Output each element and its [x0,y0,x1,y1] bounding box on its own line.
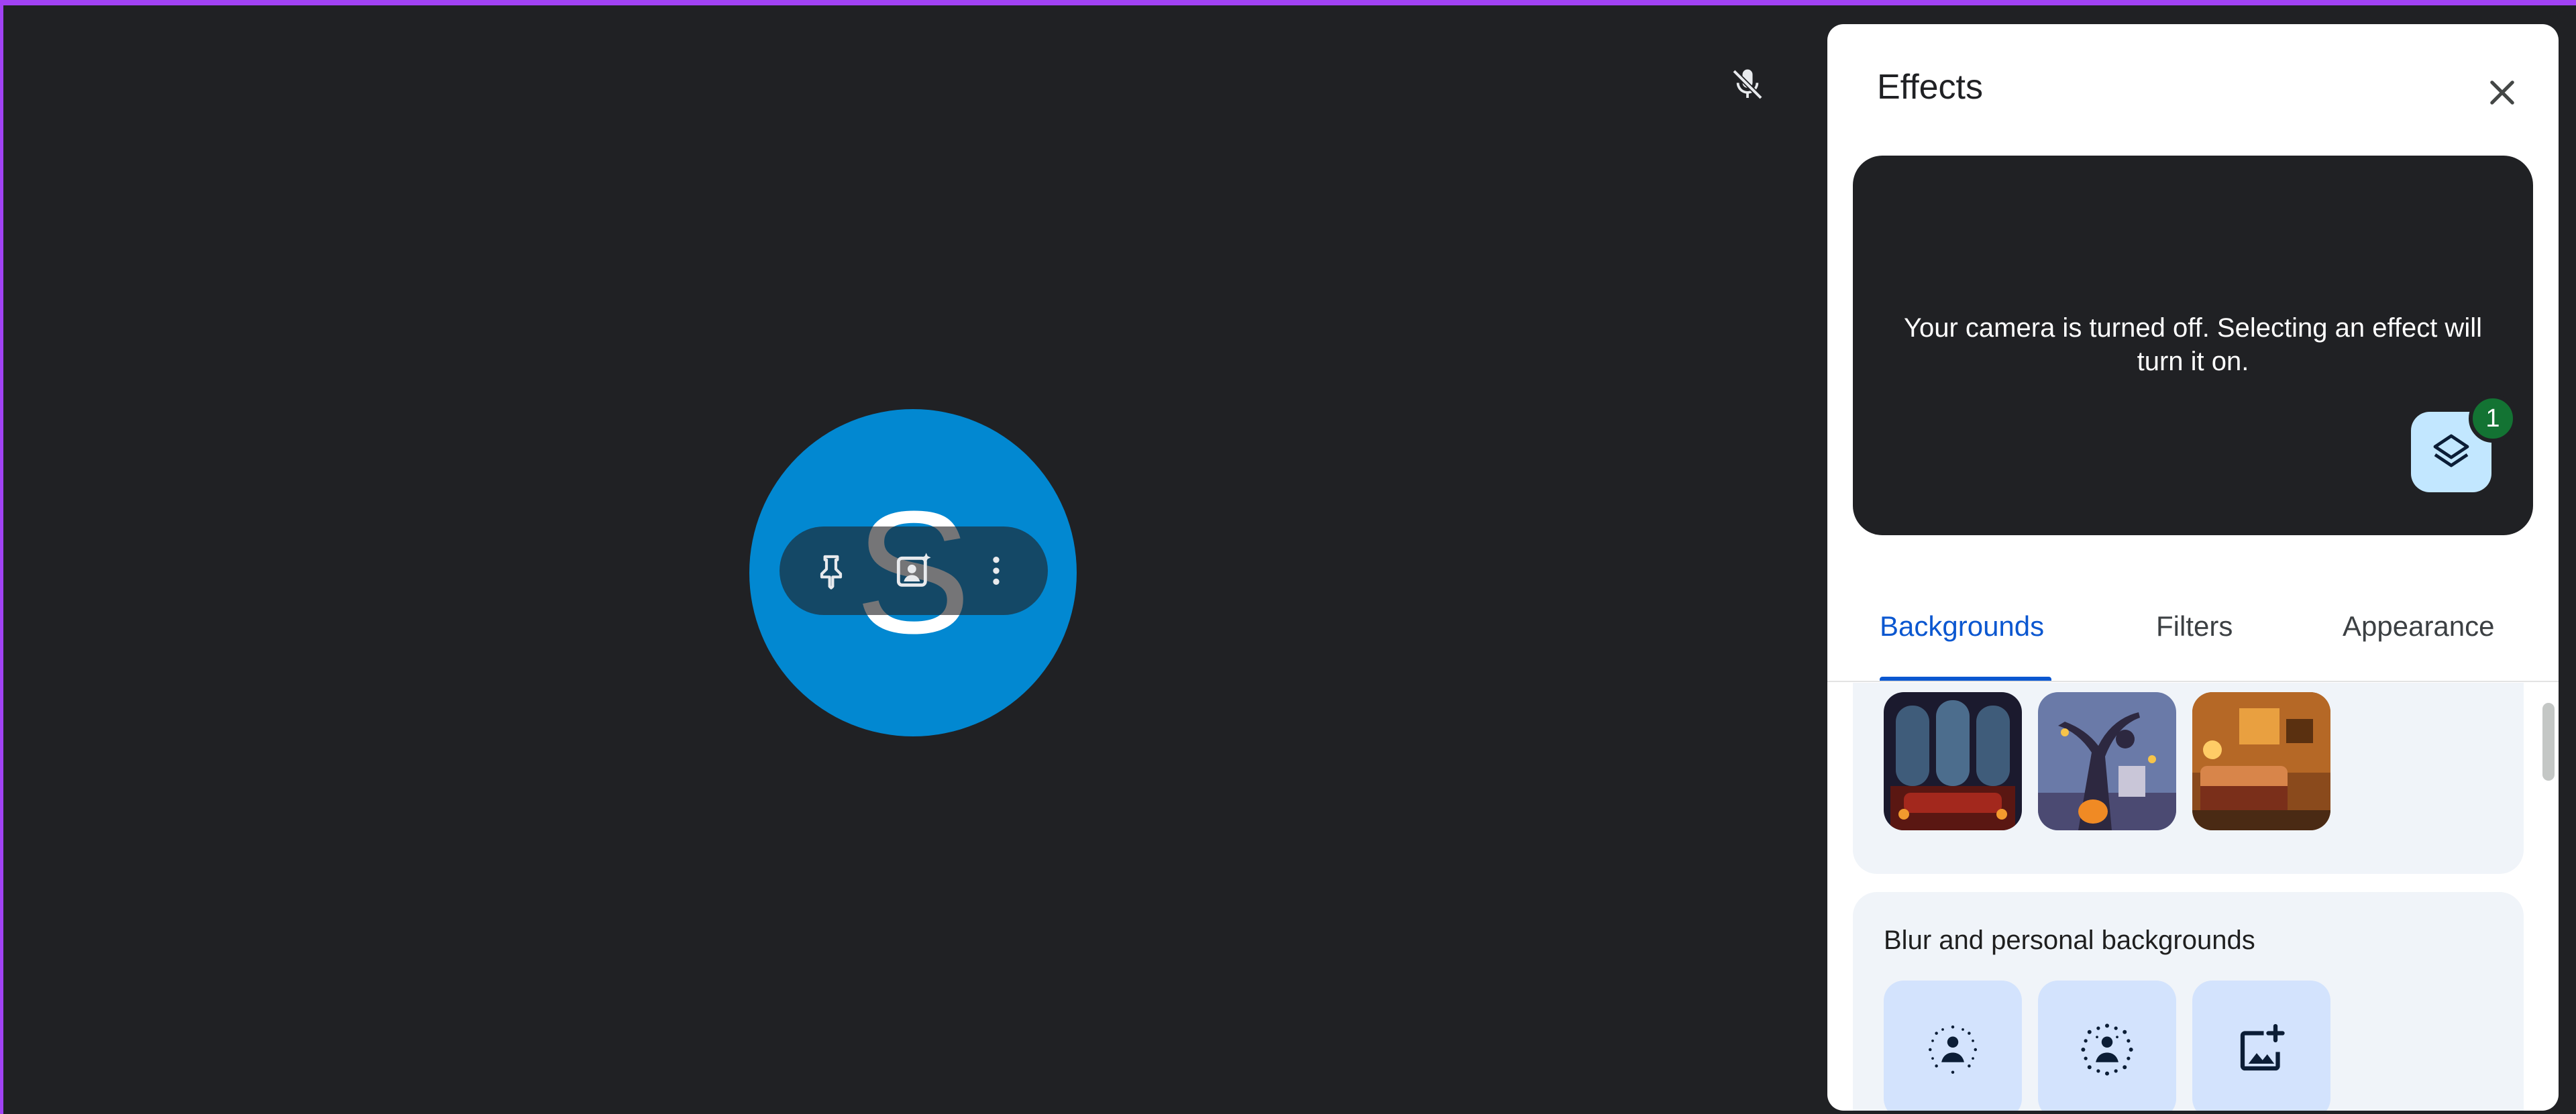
background-effects-icon [896,553,931,587]
close-button[interactable] [2475,66,2529,119]
spooky-tree-pumpkin-background[interactable] [2038,692,2176,830]
mic-off-icon [1727,64,1768,105]
background-effects-button[interactable] [883,541,944,601]
upload-background-icon [2240,1023,2285,1071]
video-stage: S [3,5,1825,1114]
tabs-divider [1827,681,2559,682]
camera-preview: Your camera is turned off. Selecting an … [1853,156,2533,535]
panel-title: Effects [1877,68,1984,107]
slight-blur-icon [1929,1025,1977,1074]
presentation-border-top [0,0,2576,5]
applied-effects-badge: 1 [2469,394,2517,443]
tab-filters[interactable]: Filters [2156,610,2233,643]
upload-background-button[interactable] [2192,981,2330,1111]
close-icon [2490,80,2514,105]
tab-backgrounds[interactable]: Backgrounds [1880,610,2044,643]
blur-backgrounds-card: Blur and personal backgrounds [1853,892,2524,1111]
effects-panel: Effects Your camera is turned off. Selec… [1827,24,2559,1111]
blur-button[interactable] [2038,981,2176,1111]
blur-icon [2081,1023,2133,1076]
effects-scroll-area: Blur and personal backgrounds [1827,683,2559,1111]
effects-tabs: Backgrounds Filters Appearance [1827,581,2559,682]
blur-section-title: Blur and personal backgrounds [1884,926,2255,955]
layers-icon [2433,434,2469,467]
cozy-halloween-room-background[interactable] [2192,692,2330,830]
slight-blur-button[interactable] [1884,981,2022,1111]
more-options-button[interactable] [966,541,1026,601]
tile-hover-actions [780,526,1048,615]
halloween-hall-background[interactable] [1884,692,2022,830]
camera-off-message: Your camera is turned off. Selecting an … [1904,313,2482,376]
effects-scrollbar[interactable] [2542,703,2555,781]
pin-button[interactable] [801,541,861,601]
pin-icon [820,555,843,590]
more-options-icon [992,557,1000,585]
halloween-backgrounds-card [1853,683,2524,874]
tab-appearance[interactable]: Appearance [2343,610,2495,643]
